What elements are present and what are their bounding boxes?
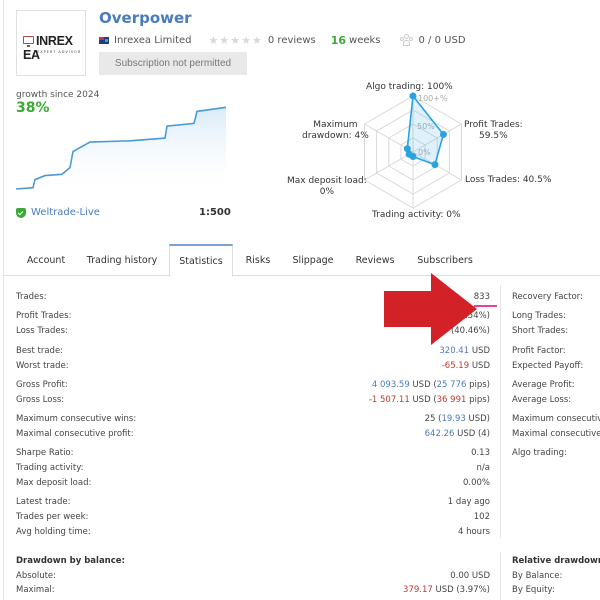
radar-chart: 100+% 50% 0%	[364, 92, 462, 209]
tab-account[interactable]: Account	[16, 244, 76, 276]
stat-label-average-profit: Average Profit:	[512, 380, 575, 390]
radar-label-profit: Profit Trades: 59.5%	[464, 120, 523, 141]
stat-value-latest-trade: 1 day ago	[447, 497, 490, 507]
stat-label-short-trades: Short Trades:	[512, 326, 569, 336]
stat-value-max-cons-wins: 25 (19.93 USD)	[424, 414, 490, 424]
stat-value-trades: 833	[473, 292, 490, 302]
column-separator	[500, 552, 501, 600]
stat-value-max-deposit-load: 0.00%	[462, 478, 490, 488]
stat-label-max-cons-losses: Maximum consecutive l	[512, 414, 600, 424]
tab-subscribers[interactable]: Subscribers	[412, 244, 478, 276]
relative-drawdown-title: Relative drawdown:	[512, 556, 600, 566]
stat-value-max-cons-profit: 642.26 USD (4)	[424, 429, 490, 439]
radar-label-loss: Loss Trades: 40.5%	[465, 175, 552, 185]
stat-label-average-loss: Average Loss:	[512, 395, 572, 405]
tab-reviews[interactable]: Reviews	[350, 244, 400, 276]
stat-label-trades: Trades:	[16, 292, 47, 302]
stat-label-max-cons-loss: Maximal consecutive lo	[512, 429, 600, 439]
stat-label-trading-activity: Trading activity:	[16, 463, 84, 473]
drawdown-title: Drawdown by balance:	[16, 556, 125, 566]
stat-label-max-cons-wins: Maximum consecutive wins:	[16, 414, 137, 424]
stat-label-best-trade: Best trade:	[16, 346, 64, 356]
stat-label-max-cons-profit: Maximal consecutive profit:	[16, 429, 134, 439]
stat-value-trades-per-week: 102	[473, 512, 490, 522]
relative-drawdown-by-balance: By Balance:	[512, 571, 563, 581]
stat-label-gross-loss: Gross Loss:	[16, 395, 65, 405]
stat-label-profit-trades: Profit Trades:	[16, 311, 72, 321]
drawdown-maximal-label: Maximal:	[16, 585, 55, 595]
radar-point-loss-trades	[431, 161, 439, 169]
radar-label-algo: Algo trading: 100%	[366, 82, 453, 92]
stat-label-gross-profit: Gross Profit:	[16, 380, 68, 390]
stat-label-algo-trading: Algo trading:	[512, 448, 567, 458]
radar-point-profit-trades	[439, 130, 447, 138]
stat-label-trades-per-week: Trades per week:	[16, 512, 89, 522]
column-separator	[500, 285, 501, 538]
relative-drawdown-by-equity: By Equity:	[512, 585, 555, 595]
stat-value-sharpe: 0.13	[471, 448, 490, 458]
tab-risks[interactable]: Risks	[240, 244, 276, 276]
stat-label-latest-trade: Latest trade:	[16, 497, 71, 507]
radar-point-maximum-drawdown	[403, 145, 411, 153]
stat-value-profit-trades: 496 (59.54%)	[432, 311, 490, 321]
stat-label-expected-payoff: Expected Payoff:	[512, 361, 584, 371]
stat-value-trading-activity: n/a	[476, 463, 490, 473]
stat-label-recovery-factor: Recovery Factor:	[512, 292, 583, 302]
stat-label-sharpe: Sharpe Ratio:	[16, 448, 74, 458]
radar-label-activity: Trading activity: 0%	[372, 210, 461, 220]
radar-label-deposit: Max deposit load: 0%	[287, 176, 367, 197]
radar-label-drawdown: Maximum drawdown: 4%	[302, 120, 369, 141]
highlight-underline	[474, 305, 497, 307]
stat-value-worst-trade: -65.19 USD	[441, 361, 490, 371]
stat-label-avg-holding: Avg holding time:	[16, 527, 91, 537]
tab-statistics[interactable]: Statistics	[169, 244, 233, 277]
drawdown-maximal-value: 379.17 USD (3.97%)	[403, 585, 490, 595]
stat-value-loss-trades: 337 (40.46%)	[432, 326, 490, 336]
tab-bar: Account Trading history Statistics Risks…	[4, 244, 600, 277]
stat-label-profit-factor: Profit Factor:	[512, 346, 566, 356]
tab-trading-history[interactable]: Trading history	[82, 244, 162, 276]
stat-value-gross-loss: -1 507.11 USD (36 991 pips)	[368, 395, 490, 405]
radar-ring-label-100: 100+%	[418, 94, 448, 103]
tab-slippage[interactable]: Slippage	[288, 244, 338, 276]
stat-value-avg-holding: 4 hours	[457, 527, 490, 537]
stat-value-gross-profit: 4 093.59 USD (25 776 pips)	[371, 380, 490, 390]
drawdown-absolute-value: 0.00 USD	[450, 571, 490, 581]
stat-label-long-trades: Long Trades:	[512, 311, 566, 321]
stat-label-loss-trades: Loss Trades:	[16, 326, 68, 336]
radar-point-algo-trading	[409, 92, 417, 100]
stat-label-worst-trade: Worst trade:	[16, 361, 69, 371]
stat-label-max-deposit-load: Max deposit load:	[16, 478, 92, 488]
stat-value-best-trade: 320.41 USD	[439, 346, 490, 356]
drawdown-absolute-label: Absolute:	[16, 571, 57, 581]
